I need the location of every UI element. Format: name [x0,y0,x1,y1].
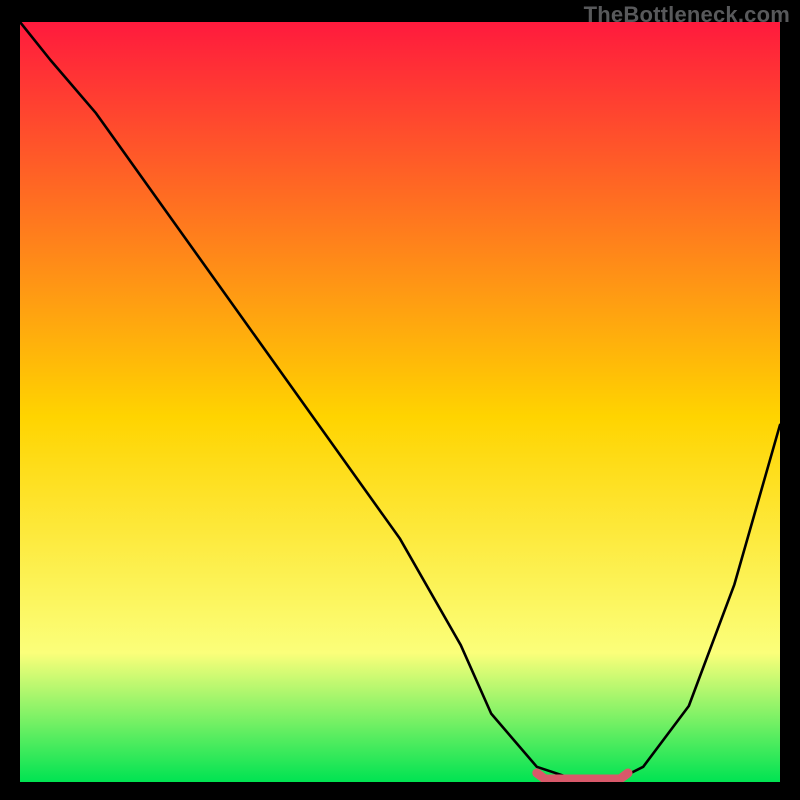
chart-frame [20,22,780,782]
gradient-background [20,22,780,782]
bottleneck-chart [20,22,780,782]
